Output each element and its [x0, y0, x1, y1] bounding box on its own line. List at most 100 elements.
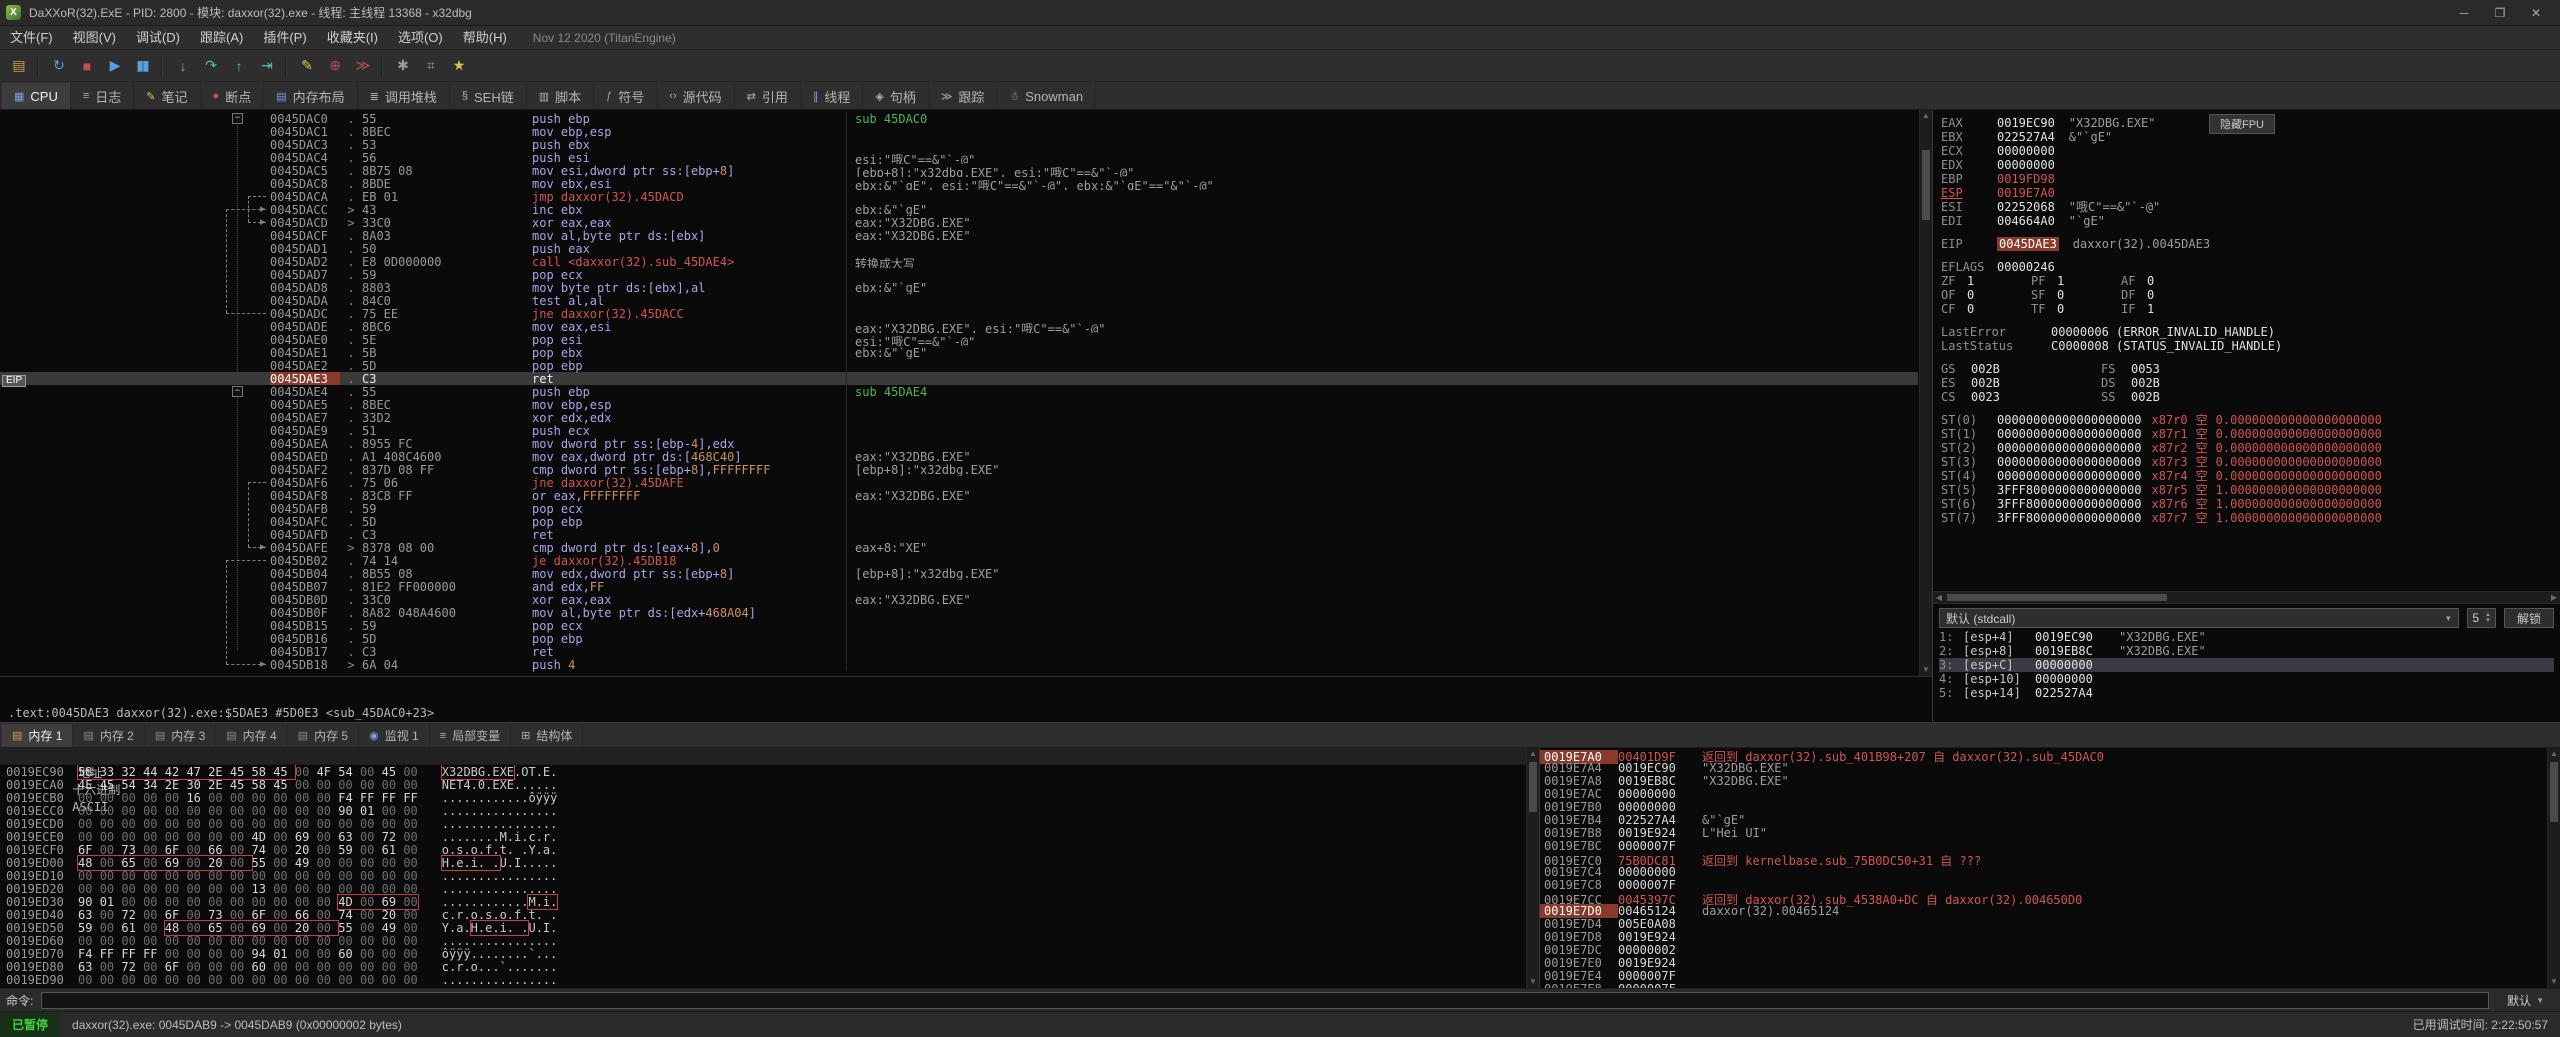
disasm-row[interactable]: 0045DAD7. 59 pop ecx: [0, 268, 1918, 282]
minimize-button[interactable]: ─: [2446, 1, 2482, 25]
disasm-row[interactable]: 0045DADE. 8BC6 mov eax,esi eax:"X32DBG.EXE"…: [0, 320, 1918, 334]
dump-row[interactable]: 0019ED40 63 00 72 00 6F 00 73 00 6F 00 66…: [0, 908, 1539, 922]
fpu-register-row[interactable]: ST(4) 00000000000000000000 x87r4 空 0.0000000…: [1941, 469, 2552, 483]
tab-threads[interactable]: ∥ 线程: [800, 83, 864, 109]
dump-row[interactable]: 0019ED30 90 01 00 00 00 00 00 00 00 00 00…: [0, 894, 1539, 910]
fold-icon[interactable]: −: [232, 386, 243, 397]
stack-row[interactable]: 0019E7CC 0045397C 返回到 daxxor(32).sub_4538A…: [1540, 891, 2546, 907]
stack-row[interactable]: 0019E7D8 0019E924: [1540, 930, 2546, 944]
disasm-row[interactable]: 0045DAF8. 83C8 FF or eax,FFFFFFFF eax:"X32D…: [0, 489, 1918, 503]
disasm-row[interactable]: 0045DAEA. 8955 FC mov dword ptr ss:[ebp-4]…: [0, 437, 1918, 451]
toolbar-edit-button[interactable]: ✎: [292, 53, 320, 79]
disasm-row[interactable]: 0045DACD >33C0 xor eax,eax eax:"X32DBG.EXE": [0, 216, 1918, 230]
segment-row[interactable]: ES 002B DS 002B: [1941, 376, 2552, 390]
tab-cpu[interactable]: ▦ CPU: [2, 83, 71, 109]
disasm-row[interactable]: − 0045DAC0. 55 push ebp sub_45DAC0: [0, 112, 1918, 126]
eip-register-row[interactable]: EIP 0045DAE3 daxxor(32).0045DAE3: [1941, 237, 2552, 251]
toolbar-run-button[interactable]: ▶: [100, 53, 128, 79]
disasm-row[interactable]: 0045DAC8. 8BDE mov ebx,esi ebx:&"`gE", esi:…: [0, 177, 1918, 191]
stack-row[interactable]: 0019E7DC 00000002: [1540, 943, 2546, 957]
disasm-row[interactable]: 0045DAE0. 5E pop esi esi:"哦C"==&"`-@": [0, 333, 1918, 347]
disasm-row[interactable]: 0045DACC >43 inc ebx ebx:&"`gE": [0, 203, 1918, 217]
cpu-flags-row[interactable]: CF 0 TF 0 IF 1: [1941, 302, 2552, 316]
disasm-row[interactable]: 0045DAFE >8378 08 00 cmp dword ptr ds:[eax…: [0, 541, 1918, 555]
register-row[interactable]: ESP 0019E7A0: [1941, 186, 2552, 200]
stack-row[interactable]: 0019E7C8 0000007F: [1540, 878, 2546, 892]
toolbar-patch-button[interactable]: ⊕: [320, 53, 348, 79]
maximize-button[interactable]: ❐: [2482, 1, 2518, 25]
disasm-row[interactable]: 0045DAC3. 53 push ebx: [0, 138, 1918, 152]
scroll-down-icon[interactable]: ▼: [1920, 664, 1932, 676]
tab-references[interactable]: ⇄ 引用: [734, 83, 801, 109]
toolbar-favourites-button[interactable]: ★: [444, 53, 472, 79]
disasm-row[interactable]: 0045DAE9. 51 push ecx: [0, 424, 1918, 438]
disasm-row[interactable]: 0045DACA. EB 01 jmp daxxor(32).45DACD: [0, 190, 1918, 204]
dump-row[interactable]: 0019ECE0 00 00 00 00 00 00 00 00 4D 00 69…: [0, 830, 1539, 844]
last-error-row[interactable]: LastError 00000006 (ERROR_INVALID_HANDLE): [1941, 325, 2552, 339]
menu-item[interactable]: 收藏夹(I): [317, 26, 388, 49]
stack-row[interactable]: 0019E7E4 0000007F: [1540, 969, 2546, 983]
stack-row[interactable]: 0019E7C0 75B0DC81 返回到 kernelbase.sub_75B0D…: [1540, 852, 2546, 868]
disasm-row[interactable]: 0045DB07. 81E2 FF000000 and edx,FF: [0, 580, 1918, 594]
unlock-button[interactable]: 解锁: [2503, 608, 2554, 628]
dump-row[interactable]: 0019ECB0 00 00 00 00 00 16 00 00 00 00 00…: [0, 791, 1539, 805]
disasm-row[interactable]: 0045DAF2. 837D 08 FF cmp dword ptr ss:[ebp…: [0, 463, 1918, 477]
register-row[interactable]: ESI 02252068 "哦C"==&"`-@": [1941, 200, 2552, 214]
dump-row[interactable]: 0019ED60 00 00 00 00 00 00 00 00 00 00 00…: [0, 934, 1539, 948]
bottom-tab-memory-3[interactable]: ▤ 内存 3: [144, 724, 217, 747]
dump-row[interactable]: 0019ECF0 6F 00 73 00 6F 00 66 00 74 00 20…: [0, 843, 1539, 857]
bottom-tab-memory-1[interactable]: ▤ 内存 1: [2, 724, 74, 747]
dump-row[interactable]: 0019ECA0 4E 45 54 34 2E 30 2E 45 58 45 00…: [0, 778, 1539, 792]
spinner-arrows-icon[interactable]: ▲ ▼: [2485, 612, 2491, 624]
disasm-row[interactable]: 0045DAD8. 8803 mov byte ptr ds:[ebx],al ebx…: [0, 281, 1918, 295]
calling-convention-dropdown[interactable]: 默认 (stdcall) ▼: [1939, 608, 2460, 628]
disasm-row[interactable]: 0045DB18 >6A 04 push 4: [0, 658, 1918, 672]
bottom-tab-memory-5[interactable]: ▤ 内存 5: [287, 724, 360, 747]
scrollbar-thumb[interactable]: [1947, 594, 2167, 601]
stack-scrollbar[interactable]: ▲ ▼: [2547, 748, 2560, 988]
cpu-flags-row[interactable]: ZF 1 PF 1 AF 0: [1941, 274, 2552, 288]
dump-row[interactable]: 0019ED50 59 00 61 00 48 00 65 00 69 00 20…: [0, 920, 1539, 936]
disasm-row[interactable]: 0045DAC1. 8BEC mov ebp,esp: [0, 125, 1918, 139]
close-button[interactable]: ✕: [2518, 1, 2554, 25]
disasm-row[interactable]: 0045DB02. 74 14 je daxxor(32).45DB18: [0, 554, 1918, 568]
disasm-row[interactable]: 0045DB16. 5D pop ebp: [0, 632, 1918, 646]
stack-row[interactable]: 0019E7C4 00000000: [1540, 865, 2546, 879]
toolbar-stop-button[interactable]: ■: [72, 53, 100, 79]
dump-scrollbar[interactable]: ▲ ▼: [1526, 748, 1539, 988]
dump-row[interactable]: 0019ED20 00 00 00 00 00 00 00 00 13 00 00…: [0, 882, 1539, 896]
toolbar-calculator-button[interactable]: ⌗: [416, 53, 444, 79]
disasm-row[interactable]: 0045DADC. 75 EE jne daxxor(32).45DACC: [0, 307, 1918, 321]
stack-row[interactable]: 0019E7AC 00000000: [1540, 787, 2546, 801]
scrollbar-thumb[interactable]: [1922, 150, 1930, 220]
menu-item[interactable]: 视图(V): [63, 26, 126, 49]
cpu-flags-row[interactable]: OF 0 SF 0 DF 0: [1941, 288, 2552, 302]
toolbar-step-over-button[interactable]: ↷: [196, 53, 224, 79]
command-input[interactable]: [41, 991, 2490, 1009]
scroll-down-icon[interactable]: ▼: [2548, 976, 2560, 988]
tab-breakpoints[interactable]: ● 断点: [200, 83, 265, 109]
toolbar-step-out-button[interactable]: ↑: [224, 53, 252, 79]
fpu-register-row[interactable]: ST(6) 3FFF8000000000000000 x87r6 空 1.0000000…: [1941, 497, 2552, 511]
disasm-row[interactable]: − 0045DAE4. 55 push ebp sub_45DAE4: [0, 385, 1918, 399]
disasm-row[interactable]: 0045DAFB. 59 pop ecx: [0, 502, 1918, 516]
fpu-register-row[interactable]: ST(5) 3FFF8000000000000000 x87r5 空 1.0000000…: [1941, 483, 2552, 497]
disasm-row[interactable]: 0045DAE2. 5D pop ebp: [0, 359, 1918, 373]
segment-row[interactable]: CS 0023 SS 002B: [1941, 390, 2552, 404]
tab-log[interactable]: ≡ 日志: [70, 83, 135, 109]
disasm-row[interactable]: 0045DAFC. 5D pop ebp: [0, 515, 1918, 529]
disasm-row[interactable]: 0045DB17. C3 ret: [0, 645, 1918, 659]
stack-row[interactable]: 0019E7E0 0019E924: [1540, 956, 2546, 970]
stack-row[interactable]: 0019E7E80000007F: [1540, 982, 2546, 988]
bottom-tab-struct[interactable]: ⊞ 结构体: [511, 724, 584, 747]
fpu-register-row[interactable]: ST(3) 00000000000000000000 x87r3 空 0.0000000…: [1941, 455, 2552, 469]
disasm-row[interactable]: 0045DAD1. 50 push eax: [0, 242, 1918, 256]
disasm-row[interactable]: 0045DB0D. 33C0 xor eax,eax eax:"X32DBG.EXE": [0, 593, 1918, 607]
scroll-up-icon[interactable]: ▲: [2548, 748, 2560, 760]
disasm-row[interactable]: 0045DB15. 59 pop ecx: [0, 619, 1918, 633]
toolbar-open-file-button[interactable]: ▤: [4, 53, 32, 79]
command-profile-dropdown[interactable]: 默认 ▼: [2497, 992, 2554, 1009]
tab-memory-map[interactable]: ▤ 内存布局: [264, 83, 358, 109]
stack-row[interactable]: 0019E7B4 022527A4 &"`gE": [1540, 813, 2546, 827]
argument-row[interactable]: 1: [esp+4] 0019EC90 "X32DBG.EXE": [1939, 630, 2554, 644]
